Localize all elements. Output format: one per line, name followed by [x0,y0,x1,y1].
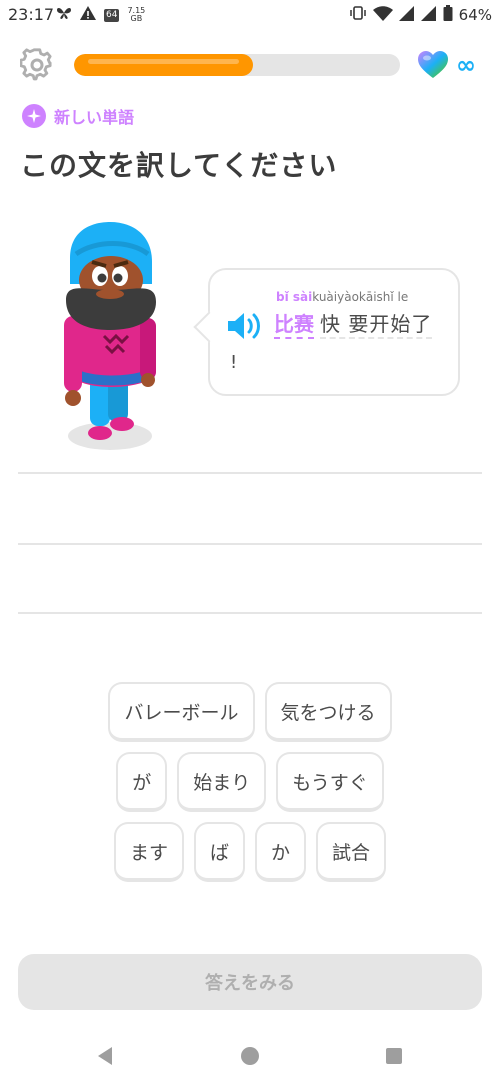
data-badge: 64 [104,8,120,22]
home-circle-icon [241,1047,259,1065]
pinyin-rest: kuàiyàokāishǐ le [312,290,409,304]
butterfly-icon [56,6,72,24]
system-nav-bar [0,1028,500,1084]
status-time: 23:17 [8,5,55,24]
recents-square-icon [386,1048,402,1064]
vibrate-icon [349,6,367,24]
word-chip[interactable]: 試合 [316,822,387,882]
signal-icon [398,5,415,25]
speaker-icon [228,313,260,339]
status-right-icons: 64% [349,5,492,25]
wifi-icon [372,5,393,25]
heart-icon[interactable] [418,51,448,79]
battery-percent: 64% [458,6,492,24]
word-chip[interactable]: ば [193,822,245,882]
word-chip[interactable]: ます [113,822,184,882]
infinity-hearts-label: ∞ [456,51,476,79]
battery-icon [443,5,453,25]
word-bank-row-3: ます ば か 試合 [0,822,500,882]
settings-button[interactable] [19,48,54,82]
nav-home-button[interactable] [238,1044,262,1068]
check-answer-button[interactable]: 答えをみる [18,954,482,1010]
word-chip[interactable]: か [255,822,307,882]
word-chip[interactable]: 始まり [177,752,267,812]
word-chip[interactable]: 気をつける [264,682,392,742]
character-illustration [64,222,156,450]
progress-fill [74,54,254,76]
gear-icon [19,48,52,81]
hanzi-rest[interactable]: 快 要开始了 [320,308,433,339]
status-bar: 23:17 64 7.15 GB 64% [0,0,500,30]
lesson-progress-bar [74,54,400,76]
warning-icon [80,6,96,24]
word-chip[interactable]: バレーボール [108,682,255,742]
answer-line-1 [18,472,482,474]
pinyin-row: bǐ sàikuàiyàokāishǐ le [276,290,408,304]
sparkle-icon [22,104,46,128]
pinyin-highlight: bǐ sài [276,290,313,304]
lesson-header: ∞ [0,42,500,88]
signal-icon-2 [420,5,437,25]
nav-recents-button[interactable] [382,1044,406,1068]
data-speed: 7.15 GB [127,7,145,23]
nav-back-button[interactable] [94,1044,118,1068]
word-bank-row-2: が 始まり もうすぐ [0,752,500,812]
status-left-icons: 64 7.15 GB [56,6,145,24]
hanzi-end: ! [230,352,238,373]
answer-line-3 [18,612,482,614]
bubble-tail [193,311,225,343]
new-word-badge: 新しい単語 [22,104,134,128]
back-triangle-icon [98,1047,112,1065]
hanzi-row: 比赛 快 要开始了 [274,308,433,339]
word-chip[interactable]: が [116,752,168,812]
word-bank-row-1: バレーボール 気をつける [0,682,500,742]
hanzi-highlight-word[interactable]: 比赛 [274,308,314,339]
page-title: この文を訳してください [20,149,338,182]
progress-shine [88,59,240,64]
new-word-label: 新しい単語 [54,108,135,127]
word-chip[interactable]: もうすぐ [276,752,384,812]
speech-bubble: bǐ sàikuàiyàokāishǐ le 比赛 快 要开始了 ! [193,268,460,396]
data-speed-unit: GB [130,14,143,23]
answer-line-2 [18,543,482,545]
play-audio-button[interactable] [226,310,266,342]
